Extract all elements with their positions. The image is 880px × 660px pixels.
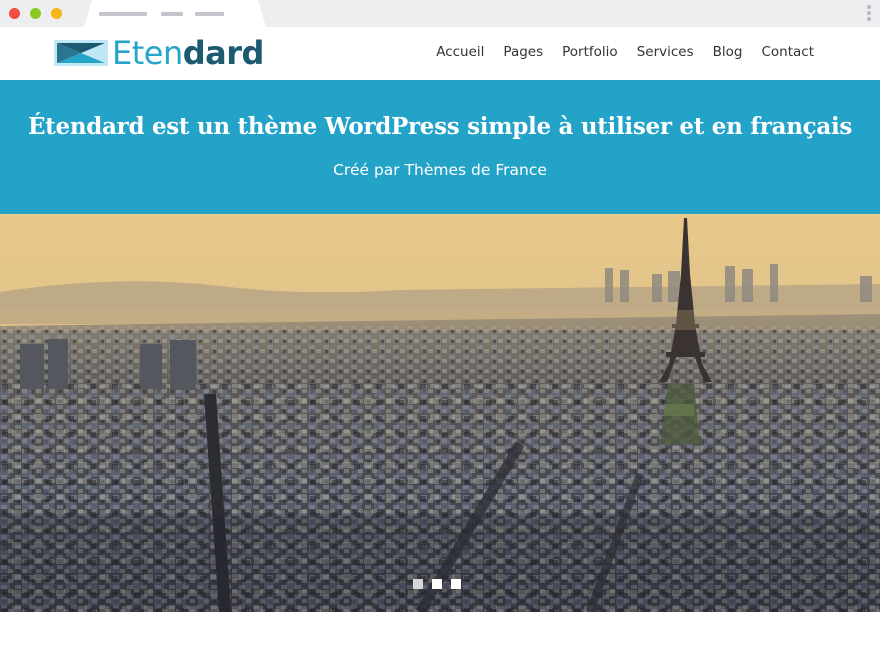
intro-banner: Étendard est un thème WordPress simple à…	[0, 80, 880, 214]
browser-chrome	[0, 0, 880, 27]
hero-slider	[0, 214, 880, 612]
window-minimize-button[interactable]	[30, 8, 41, 19]
flag-logo-icon	[54, 40, 108, 66]
nav-item-pages[interactable]: Pages	[503, 44, 543, 60]
slider-dot-1[interactable]	[413, 579, 423, 589]
hero-image-paris	[0, 214, 880, 612]
nav-item-accueil[interactable]: Accueil	[436, 44, 484, 60]
page-content-area	[0, 612, 880, 660]
window-close-button[interactable]	[9, 8, 20, 19]
site-logo[interactable]: Etendard	[54, 35, 264, 71]
tab-title-placeholder	[99, 12, 147, 16]
tab-title-placeholder	[161, 12, 183, 16]
banner-title: Étendard est un thème WordPress simple à…	[27, 113, 853, 140]
window-maximize-button[interactable]	[51, 8, 62, 19]
nav-item-portfolio[interactable]: Portfolio	[562, 44, 618, 60]
logo-wordmark: Etendard	[112, 35, 264, 71]
main-nav: Accueil Pages Portfolio Services Blog Co…	[436, 44, 814, 60]
slider-dot-2[interactable]	[432, 579, 442, 589]
browser-tab[interactable]	[84, 0, 266, 27]
logo-text-light: Eten	[112, 34, 183, 72]
nav-item-services[interactable]: Services	[637, 44, 694, 60]
slider-pagination	[413, 579, 461, 589]
logo-text-dark: dard	[182, 34, 265, 72]
nav-item-blog[interactable]: Blog	[713, 44, 743, 60]
tab-title-placeholder	[195, 12, 224, 16]
banner-subtitle: Créé par Thèmes de France	[333, 161, 547, 179]
kebab-menu-icon[interactable]	[867, 5, 872, 23]
slider-dot-3[interactable]	[451, 579, 461, 589]
site-header: Etendard Accueil Pages Portfolio Service…	[0, 27, 880, 80]
nav-item-contact[interactable]: Contact	[761, 44, 814, 60]
